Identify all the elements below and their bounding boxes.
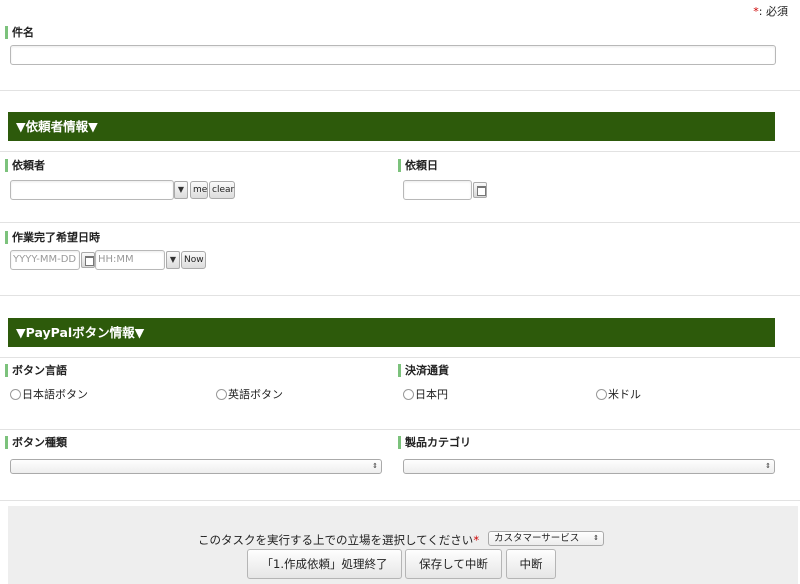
divider xyxy=(0,295,800,296)
calendar-icon[interactable] xyxy=(473,182,487,198)
save-and-suspend-button[interactable]: 保存して中断 xyxy=(405,549,502,579)
requester-section-header: ▼依頼者情報▼ xyxy=(8,112,775,141)
chevron-down-icon[interactable]: ▼ xyxy=(174,181,188,199)
requester-input[interactable] xyxy=(10,180,174,200)
product-category-label: 製品カテゴリ xyxy=(398,436,471,449)
role-select[interactable]: カスタマーサービス ⇕ xyxy=(488,531,604,546)
clear-button[interactable]: clear xyxy=(209,181,235,199)
radio-icon xyxy=(10,389,21,400)
updown-arrows-icon: ⇕ xyxy=(593,534,599,542)
radio-japanese-button[interactable]: 日本語ボタン xyxy=(10,386,88,402)
divider xyxy=(0,500,800,501)
button-type-select[interactable]: ⇕ xyxy=(10,459,382,474)
product-category-select[interactable]: ⇕ xyxy=(403,459,775,474)
radio-icon xyxy=(403,389,414,400)
calendar-icon[interactable] xyxy=(81,252,95,268)
currency-label: 決済通貨 xyxy=(398,364,449,377)
updown-arrows-icon: ⇕ xyxy=(765,462,771,470)
role-prompt: このタスクを実行する上での立場を選択してください* xyxy=(198,532,479,548)
radio-label: 日本円 xyxy=(415,388,448,401)
required-star: * xyxy=(473,533,480,547)
required-note: *: 必須 xyxy=(753,3,788,19)
request-date-label: 依頼日 xyxy=(398,159,438,172)
subject-label: 件名 xyxy=(5,26,34,39)
updown-arrows-icon: ⇕ xyxy=(372,462,378,470)
requester-label: 依頼者 xyxy=(5,159,45,172)
radio-jpy[interactable]: 日本円 xyxy=(403,386,448,402)
divider xyxy=(0,151,800,152)
radio-label: 米ドル xyxy=(608,388,641,401)
divider xyxy=(0,222,800,223)
paypal-section-header: ▼PayPalボタン情報▼ xyxy=(8,318,775,347)
completion-time-input[interactable]: HH:MM xyxy=(95,250,165,270)
now-button[interactable]: Now xyxy=(181,251,206,269)
subject-input[interactable] xyxy=(10,45,776,65)
radio-icon xyxy=(216,389,227,400)
radio-label: 英語ボタン xyxy=(228,388,283,401)
divider xyxy=(0,90,800,91)
divider xyxy=(0,357,800,358)
radio-english-button[interactable]: 英語ボタン xyxy=(216,386,283,402)
chevron-down-icon[interactable]: ▼ xyxy=(166,251,180,269)
suspend-button[interactable]: 中断 xyxy=(506,549,556,579)
request-date-input[interactable] xyxy=(403,180,472,200)
finish-process-button[interactable]: 「1.作成依頼」処理終了 xyxy=(247,549,402,579)
divider xyxy=(0,429,800,430)
button-language-label: ボタン言語 xyxy=(5,364,67,377)
radio-usd[interactable]: 米ドル xyxy=(596,386,641,402)
button-type-label: ボタン種類 xyxy=(5,436,67,449)
radio-label: 日本語ボタン xyxy=(22,388,88,401)
completion-date-input[interactable]: YYYY-MM-DD xyxy=(10,250,80,270)
role-selected-value: カスタマーサービス xyxy=(494,533,580,544)
required-note-text: : 必須 xyxy=(758,5,788,18)
role-prompt-text: このタスクを実行する上での立場を選択してください xyxy=(198,533,474,547)
radio-icon xyxy=(596,389,607,400)
completion-label: 作業完了希望日時 xyxy=(5,231,100,244)
me-button[interactable]: me xyxy=(190,181,208,199)
